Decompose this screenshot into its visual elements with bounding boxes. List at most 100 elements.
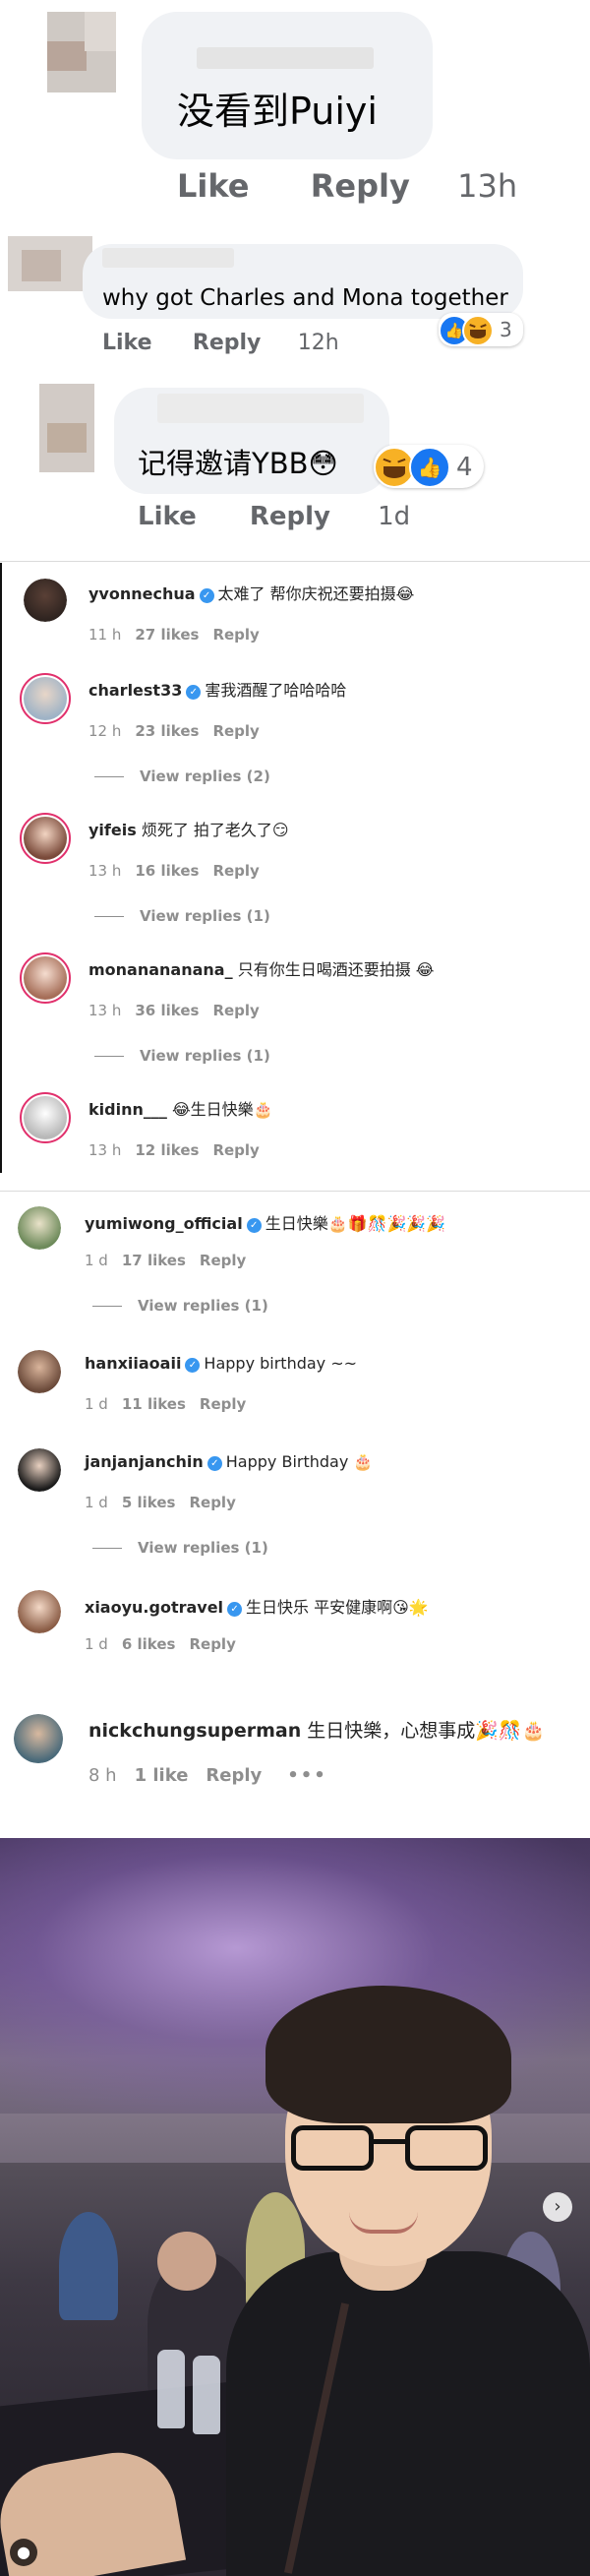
- likes-count[interactable]: 17 likes: [122, 1252, 186, 1269]
- reaction-count: 4: [456, 453, 473, 482]
- username[interactable]: xiaoyu.gotravel: [85, 1598, 223, 1617]
- likes-count[interactable]: 11 likes: [122, 1395, 186, 1413]
- comment-text: 烦死了 拍了老久了😏: [141, 821, 289, 839]
- likes-count[interactable]: 6 likes: [122, 1635, 176, 1653]
- background-person: [157, 2232, 216, 2291]
- reply-button[interactable]: Reply: [200, 1395, 246, 1413]
- reply-button[interactable]: Reply: [206, 1765, 262, 1786]
- reply-button[interactable]: Reply: [189, 1494, 235, 1511]
- view-replies-button[interactable]: View replies (1): [92, 1297, 268, 1315]
- comment-time: 12 h: [88, 722, 122, 740]
- likes-count[interactable]: 16 likes: [135, 862, 199, 880]
- comment-actions: Like Reply 12h: [102, 331, 339, 355]
- view-replies-button[interactable]: View replies (1): [92, 1539, 268, 1557]
- username[interactable]: kidinn___: [88, 1100, 167, 1119]
- username[interactable]: yvonnechua: [88, 584, 196, 603]
- comment-time: 13 h: [88, 862, 122, 880]
- comment-time: 8 h: [88, 1765, 117, 1786]
- comment-meta: 8 h 1 like Reply •••: [88, 1765, 327, 1786]
- avatar[interactable]: [18, 1590, 61, 1633]
- comment-text: 生日快樂🎂🎁🎊🎉🎉🎉: [265, 1214, 446, 1233]
- avatar[interactable]: [24, 579, 67, 622]
- avatar[interactable]: [20, 813, 71, 864]
- avatar[interactable]: [20, 952, 71, 1004]
- username[interactable]: nickchungsuperman: [88, 1720, 301, 1742]
- reaction-count: 3: [500, 318, 512, 341]
- post-photo[interactable]: › ●: [0, 1838, 590, 2576]
- list-item: yifeis 烦死了 拍了老久了😏 13 h 16 likes Reply View…: [0, 809, 590, 937]
- list-item: hanxiiaoaii ✓ Happy birthday ~~ 1 d 11 like…: [0, 1346, 590, 1425]
- comment-author-redacted: [197, 47, 374, 69]
- hair: [266, 1986, 511, 2123]
- avatar[interactable]: [18, 1350, 61, 1393]
- reply-button[interactable]: Reply: [212, 1002, 259, 1019]
- reply-link[interactable]: Reply: [193, 331, 262, 355]
- shirt: [226, 2251, 590, 2576]
- comment-meta: 1 d 6 likes Reply: [85, 1635, 236, 1653]
- reply-button[interactable]: Reply: [200, 1252, 246, 1269]
- likes-count[interactable]: 23 likes: [135, 722, 199, 740]
- reply-button[interactable]: Reply: [212, 722, 259, 740]
- section-divider: [0, 561, 590, 562]
- reply-button[interactable]: Reply: [212, 1141, 259, 1159]
- like-link[interactable]: Like: [102, 331, 152, 355]
- avatar[interactable]: [8, 236, 92, 291]
- comment-time: 13h: [457, 167, 518, 205]
- list-item: janjanjanchin ✓ Happy Birthday 🎂 1 d 5 like…: [0, 1444, 590, 1572]
- chevron-right-icon[interactable]: ›: [543, 2192, 572, 2222]
- likes-count[interactable]: 5 likes: [122, 1494, 176, 1511]
- view-replies-label: View replies (1): [138, 1297, 268, 1315]
- view-replies-button[interactable]: View replies (2): [94, 767, 270, 785]
- comment-text: Happy birthday ~~: [204, 1354, 358, 1373]
- avatar[interactable]: [20, 673, 71, 724]
- comment-meta: 1 d 5 likes Reply: [85, 1494, 236, 1511]
- avatar[interactable]: [14, 1714, 63, 1763]
- reply-link[interactable]: Reply: [250, 502, 330, 531]
- comment-actions: Like Reply 1d: [138, 502, 410, 531]
- avatar[interactable]: [47, 12, 116, 92]
- like-link[interactable]: Like: [177, 167, 249, 205]
- verified-badge-icon: ✓: [246, 1218, 262, 1233]
- comment-text: 害我酒醒了哈哈哈哈: [205, 681, 347, 700]
- username[interactable]: hanxiiaoaii: [85, 1354, 181, 1373]
- reply-button[interactable]: Reply: [189, 1635, 235, 1653]
- divider-line: [94, 916, 124, 917]
- comment-meta: 13 h 16 likes Reply: [88, 862, 260, 880]
- avatar[interactable]: [18, 1448, 61, 1492]
- comment-time: 13 h: [88, 1002, 122, 1019]
- verified-badge-icon: ✓: [206, 1456, 222, 1471]
- comment-text: 生日快樂，心想事成🎉🎊🎂: [307, 1720, 546, 1742]
- avatar[interactable]: [20, 1092, 71, 1143]
- comment-text: 😂生日快樂🎂: [171, 1100, 273, 1119]
- avatar[interactable]: [39, 384, 94, 472]
- view-replies-button[interactable]: View replies (1): [94, 907, 270, 925]
- comment-text: 记得邀请YBB😳: [138, 447, 338, 480]
- more-options-icon[interactable]: •••: [287, 1765, 327, 1786]
- comment-text: why got Charles and Mona together: [102, 285, 508, 311]
- comment-meta: 1 d 11 likes Reply: [85, 1395, 246, 1413]
- divider-line: [94, 1056, 124, 1057]
- comment-time: 13 h: [88, 1141, 122, 1159]
- avatar[interactable]: [18, 1206, 61, 1250]
- comment-time: 1d: [378, 502, 411, 531]
- reply-link[interactable]: Reply: [311, 167, 410, 205]
- username[interactable]: charlest33: [88, 681, 182, 700]
- username[interactable]: monanananana_: [88, 960, 233, 979]
- likes-count[interactable]: 1 like: [135, 1765, 189, 1786]
- view-replies-button[interactable]: View replies (1): [94, 1047, 270, 1065]
- username[interactable]: janjanjanchin: [85, 1452, 204, 1471]
- verified-badge-icon: ✓: [186, 685, 202, 700]
- like-link[interactable]: Like: [138, 502, 197, 531]
- list-item: xiaoyu.gotravel ✓ 生日快乐 平安健康啊😘🌟 1 d 6 likes R…: [0, 1586, 590, 1665]
- reply-button[interactable]: Reply: [212, 862, 259, 880]
- user-tag-icon[interactable]: ●: [10, 2539, 37, 2566]
- section-divider: [0, 1191, 590, 1192]
- username[interactable]: yumiwong_official: [85, 1214, 243, 1233]
- likes-count[interactable]: 36 likes: [135, 1002, 199, 1019]
- likes-count[interactable]: 12 likes: [135, 1141, 199, 1159]
- water-bottle: [193, 2356, 220, 2434]
- likes-count[interactable]: 27 likes: [135, 626, 199, 644]
- username[interactable]: yifeis: [88, 821, 137, 839]
- comment-meta: 13 h 12 likes Reply: [88, 1141, 260, 1159]
- reply-button[interactable]: Reply: [212, 626, 259, 644]
